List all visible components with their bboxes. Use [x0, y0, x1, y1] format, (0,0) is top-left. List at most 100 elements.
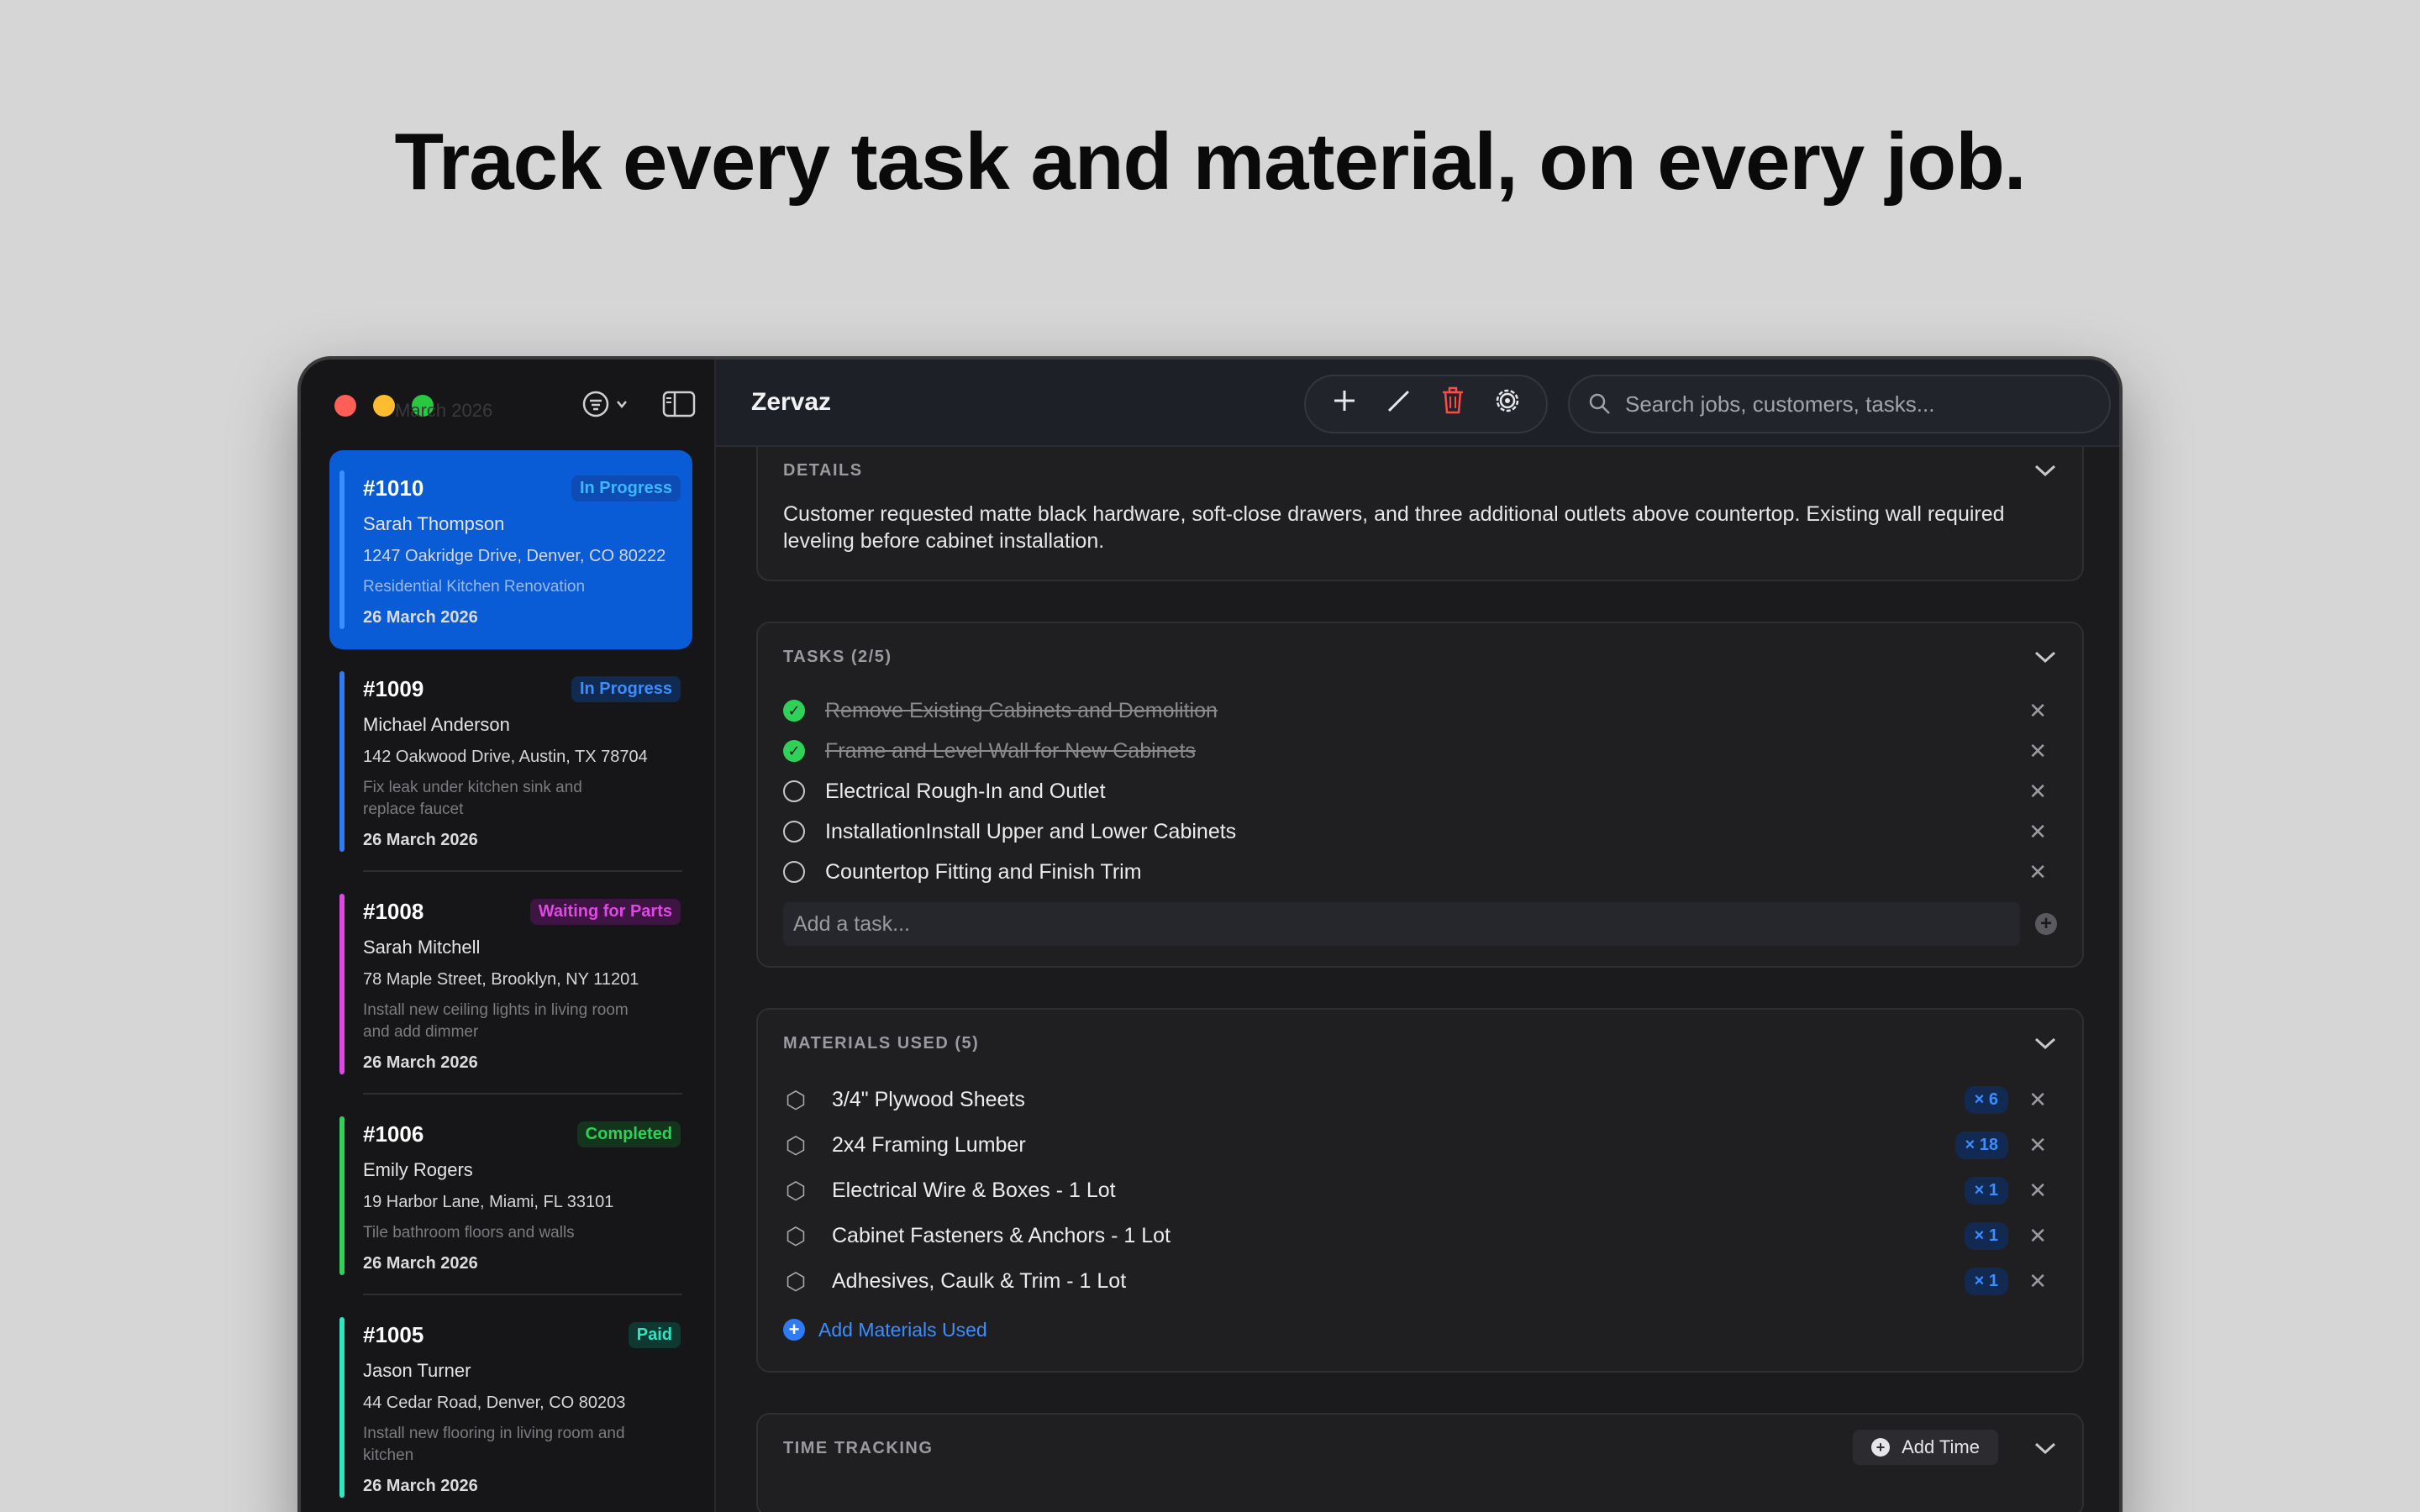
collapse-tasks-button[interactable]	[2033, 644, 2057, 670]
sidebar: March 2026 #1010 In Progress Sarah Thomp…	[301, 360, 716, 1512]
task-row: InstallationInstall Upper and Lower Cabi…	[783, 811, 2057, 852]
status-bar	[339, 894, 345, 1074]
add-time-button[interactable]: + Add Time	[1853, 1430, 1998, 1465]
collapse-details-button[interactable]	[2033, 458, 2057, 484]
remove-task-button[interactable]: ✕	[2028, 819, 2047, 845]
box-icon: ⬡	[785, 1086, 807, 1113]
task-label: InstallationInstall Upper and Lower Cabi…	[825, 819, 1237, 843]
remove-material-button[interactable]: ✕	[2028, 1132, 2047, 1158]
collapse-materials-button[interactable]	[2033, 1031, 2057, 1057]
job-card[interactable]: #1010 In Progress Sarah Thompson 1247 Oa…	[329, 450, 692, 649]
remove-task-button[interactable]: ✕	[2028, 859, 2047, 885]
settings-button[interactable]	[1486, 386, 1528, 423]
delete-job-button[interactable]	[1432, 386, 1474, 423]
box-icon: ⬡	[785, 1177, 807, 1204]
status-badge: In Progress	[571, 676, 681, 702]
details-title: DETAILS	[783, 460, 863, 480]
gear-icon	[1496, 389, 1518, 412]
task-row: Countertop Fitting and Finish Trim ✕	[783, 852, 2057, 892]
chevron-down-icon	[2034, 1442, 2056, 1454]
status-badge: Completed	[576, 1121, 681, 1147]
job-description: Fix leak under kitchen sink and replace …	[363, 779, 582, 818]
task-checkbox[interactable]: ✓	[783, 700, 805, 722]
job-address: 44 Cedar Road, Denver, CO 80203	[363, 1394, 626, 1412]
job-card[interactable]: #1009 In Progress Michael Anderson 142 O…	[329, 651, 692, 872]
quantity-badge[interactable]: × 1	[1964, 1221, 2008, 1250]
toolbar: Zervaz	[716, 360, 2119, 447]
status-badge: In Progress	[571, 475, 681, 501]
remove-task-button[interactable]: ✕	[2028, 779, 2047, 805]
add-time-label: Add Time	[1902, 1436, 1980, 1457]
box-icon: ⬡	[785, 1131, 807, 1158]
add-job-button[interactable]	[1323, 386, 1365, 422]
quantity-badge[interactable]: × 6	[1964, 1085, 2008, 1114]
quantity-badge[interactable]: × 1	[1964, 1176, 2008, 1205]
job-address: 19 Harbor Lane, Miami, FL 33101	[363, 1193, 614, 1211]
time-tracking-title: TIME TRACKING	[783, 1438, 934, 1457]
add-task-input[interactable]	[783, 902, 2020, 946]
job-date: 26 March 2026	[363, 608, 478, 627]
status-badge: Paid	[628, 1322, 681, 1348]
job-card[interactable]: #1005 Paid Jason Turner 44 Cedar Road, D…	[329, 1297, 692, 1512]
task-label: Remove Existing Cabinets and Demolition	[825, 698, 1218, 722]
task-checkbox[interactable]	[783, 861, 805, 883]
task-row: ✓ Remove Existing Cabinets and Demolitio…	[783, 690, 2057, 731]
add-materials-button[interactable]: + Add Materials Used	[783, 1309, 2057, 1351]
toolbar-actions	[1304, 375, 1548, 433]
remove-material-button[interactable]: ✕	[2028, 1268, 2047, 1294]
job-description: Install new flooring in living room and …	[363, 1425, 625, 1464]
job-card[interactable]: #1006 Completed Emily Rogers 19 Harbor L…	[329, 1096, 692, 1295]
time-tracking-section: TIME TRACKING + Add Time	[756, 1413, 2084, 1512]
task-label: Frame and Level Wall for New Cabinets	[825, 738, 1196, 763]
material-name: 3/4" Plywood Sheets	[832, 1087, 1025, 1111]
close-window-button[interactable]	[334, 395, 356, 417]
toggle-sidebar-button[interactable]	[662, 391, 696, 417]
pencil-icon	[1387, 391, 1409, 412]
remove-material-button[interactable]: ✕	[2028, 1178, 2047, 1204]
collapse-time-tracking-button[interactable]	[2033, 1436, 2057, 1462]
search-input[interactable]	[1625, 391, 2096, 417]
add-task-button[interactable]: +	[2035, 913, 2057, 935]
quantity-badge[interactable]: × 1	[1964, 1267, 2008, 1295]
remove-task-button[interactable]: ✕	[2028, 698, 2047, 724]
chevron-down-icon	[2034, 465, 2056, 476]
plus-circle-icon: +	[1871, 1438, 1891, 1457]
quantity-badge[interactable]: × 18	[1954, 1131, 2008, 1159]
job-date: 26 March 2026	[363, 1053, 478, 1072]
materials-title: MATERIALS USED (5)	[783, 1033, 980, 1053]
remove-material-button[interactable]: ✕	[2028, 1223, 2047, 1249]
job-date: 26 March 2026	[363, 1477, 478, 1495]
material-name: 2x4 Framing Lumber	[832, 1132, 1026, 1157]
material-row: ⬡ Electrical Wire & Boxes - 1 Lot × 1 ✕	[783, 1168, 2057, 1213]
material-name: Cabinet Fasteners & Anchors - 1 Lot	[832, 1223, 1171, 1247]
task-checkbox[interactable]: ✓	[783, 740, 805, 762]
tasks-title: TASKS (2/5)	[783, 647, 892, 666]
material-row: ⬡ 3/4" Plywood Sheets × 6 ✕	[783, 1077, 2057, 1122]
task-checkbox[interactable]	[783, 821, 805, 843]
filter-icon	[582, 391, 609, 417]
job-description: Tile bathroom floors and walls	[363, 1224, 575, 1242]
sidebar-ghost-header: March 2026	[395, 400, 493, 421]
edit-job-button[interactable]	[1378, 386, 1420, 422]
remove-material-button[interactable]: ✕	[2028, 1087, 2047, 1113]
filter-menu-button[interactable]	[581, 390, 629, 418]
task-checkbox[interactable]	[783, 780, 805, 802]
search-field[interactable]	[1568, 375, 2111, 433]
job-description: Residential Kitchen Renovation	[363, 578, 586, 596]
task-row: Electrical Rough-In and Outlet ✕	[783, 771, 2057, 811]
material-name: Adhesives, Caulk & Trim - 1 Lot	[832, 1268, 1127, 1293]
details-text: Customer requested matte black hardware,…	[783, 502, 2005, 553]
minimize-window-button[interactable]	[373, 395, 395, 417]
job-card[interactable]: #1008 Waiting for Parts Sarah Mitchell 7…	[329, 874, 692, 1095]
tasks-section: TASKS (2/5) ✓ Remove Existing Cabinets a…	[756, 622, 2084, 968]
chevron-down-icon	[617, 401, 627, 408]
plus-icon	[1334, 391, 1355, 411]
task-label: Electrical Rough-In and Outlet	[825, 779, 1106, 803]
task-label: Countertop Fitting and Finish Trim	[825, 859, 1142, 884]
remove-task-button[interactable]: ✕	[2028, 738, 2047, 764]
status-bar	[339, 470, 345, 629]
status-badge: Waiting for Parts	[529, 899, 681, 925]
job-list: #1010 In Progress Sarah Thompson 1247 Oa…	[329, 450, 692, 1512]
box-icon: ⬡	[785, 1268, 807, 1294]
material-name: Electrical Wire & Boxes - 1 Lot	[832, 1178, 1116, 1202]
